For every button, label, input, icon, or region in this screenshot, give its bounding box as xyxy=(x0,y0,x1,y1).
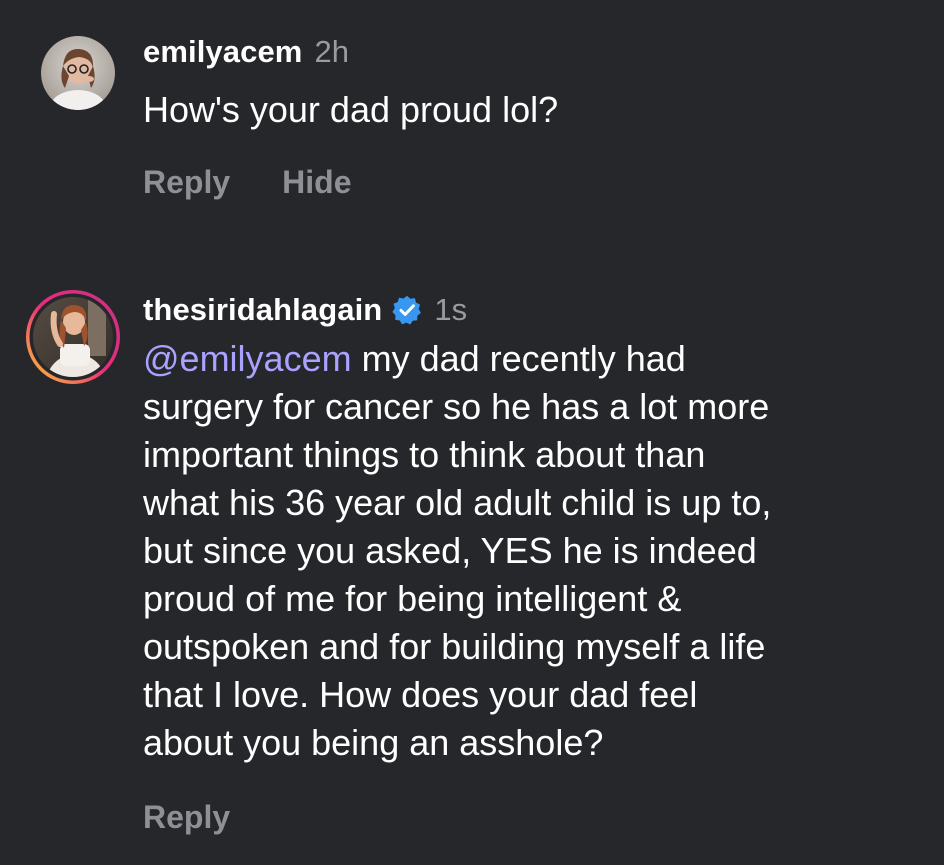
comment-line: outspoken and for building myself a life xyxy=(143,626,766,667)
timestamp: 2h xyxy=(314,34,349,69)
comment-line: but since you asked, YES he is indeed xyxy=(143,530,757,571)
comment-line: what his 36 year old adult child is up t… xyxy=(143,482,772,523)
comment-line: proud of me for being intelligent & xyxy=(143,578,682,619)
comment-body: emilyacem 2h How's your dad proud lol? R… xyxy=(143,30,923,201)
verified-badge-icon xyxy=(392,295,422,325)
username[interactable]: thesiridahlagain xyxy=(143,292,382,328)
comment-body: thesiridahlagain 1s @emilyacem my dad re… xyxy=(143,288,923,836)
comment-line: important things to think about than xyxy=(143,434,706,475)
comment-text: @emilyacem my dad recently had surgery f… xyxy=(143,335,923,767)
avatar-image xyxy=(41,36,115,110)
comment-header: thesiridahlagain 1s xyxy=(143,288,923,332)
hide-button[interactable]: Hide xyxy=(282,164,351,201)
username[interactable]: emilyacem xyxy=(143,34,302,70)
comment-line: surgery for cancer so he has a lot more xyxy=(143,386,770,427)
comment-line: @emilyacem my dad recently had xyxy=(143,335,923,383)
comment-line: about you being an asshole? xyxy=(143,722,604,763)
avatar-emilyacem[interactable] xyxy=(41,36,115,110)
comment-line: that I love. How does your dad feel xyxy=(143,674,698,715)
comment-actions: Reply xyxy=(143,799,923,836)
timestamp: 1s xyxy=(434,292,468,327)
avatar-thesiridahlagain[interactable] xyxy=(24,288,122,386)
mention-link[interactable]: @emilyacem xyxy=(143,338,352,379)
comment-text: How's your dad proud lol? xyxy=(143,89,559,130)
story-ring-avatar xyxy=(26,290,120,384)
reply-button[interactable]: Reply xyxy=(143,164,230,201)
comment-header: emilyacem 2h xyxy=(143,30,923,74)
comment-line-text: my dad recently had xyxy=(351,338,686,379)
reply-button[interactable]: Reply xyxy=(143,799,230,836)
comment-actions: Reply Hide xyxy=(143,164,923,201)
